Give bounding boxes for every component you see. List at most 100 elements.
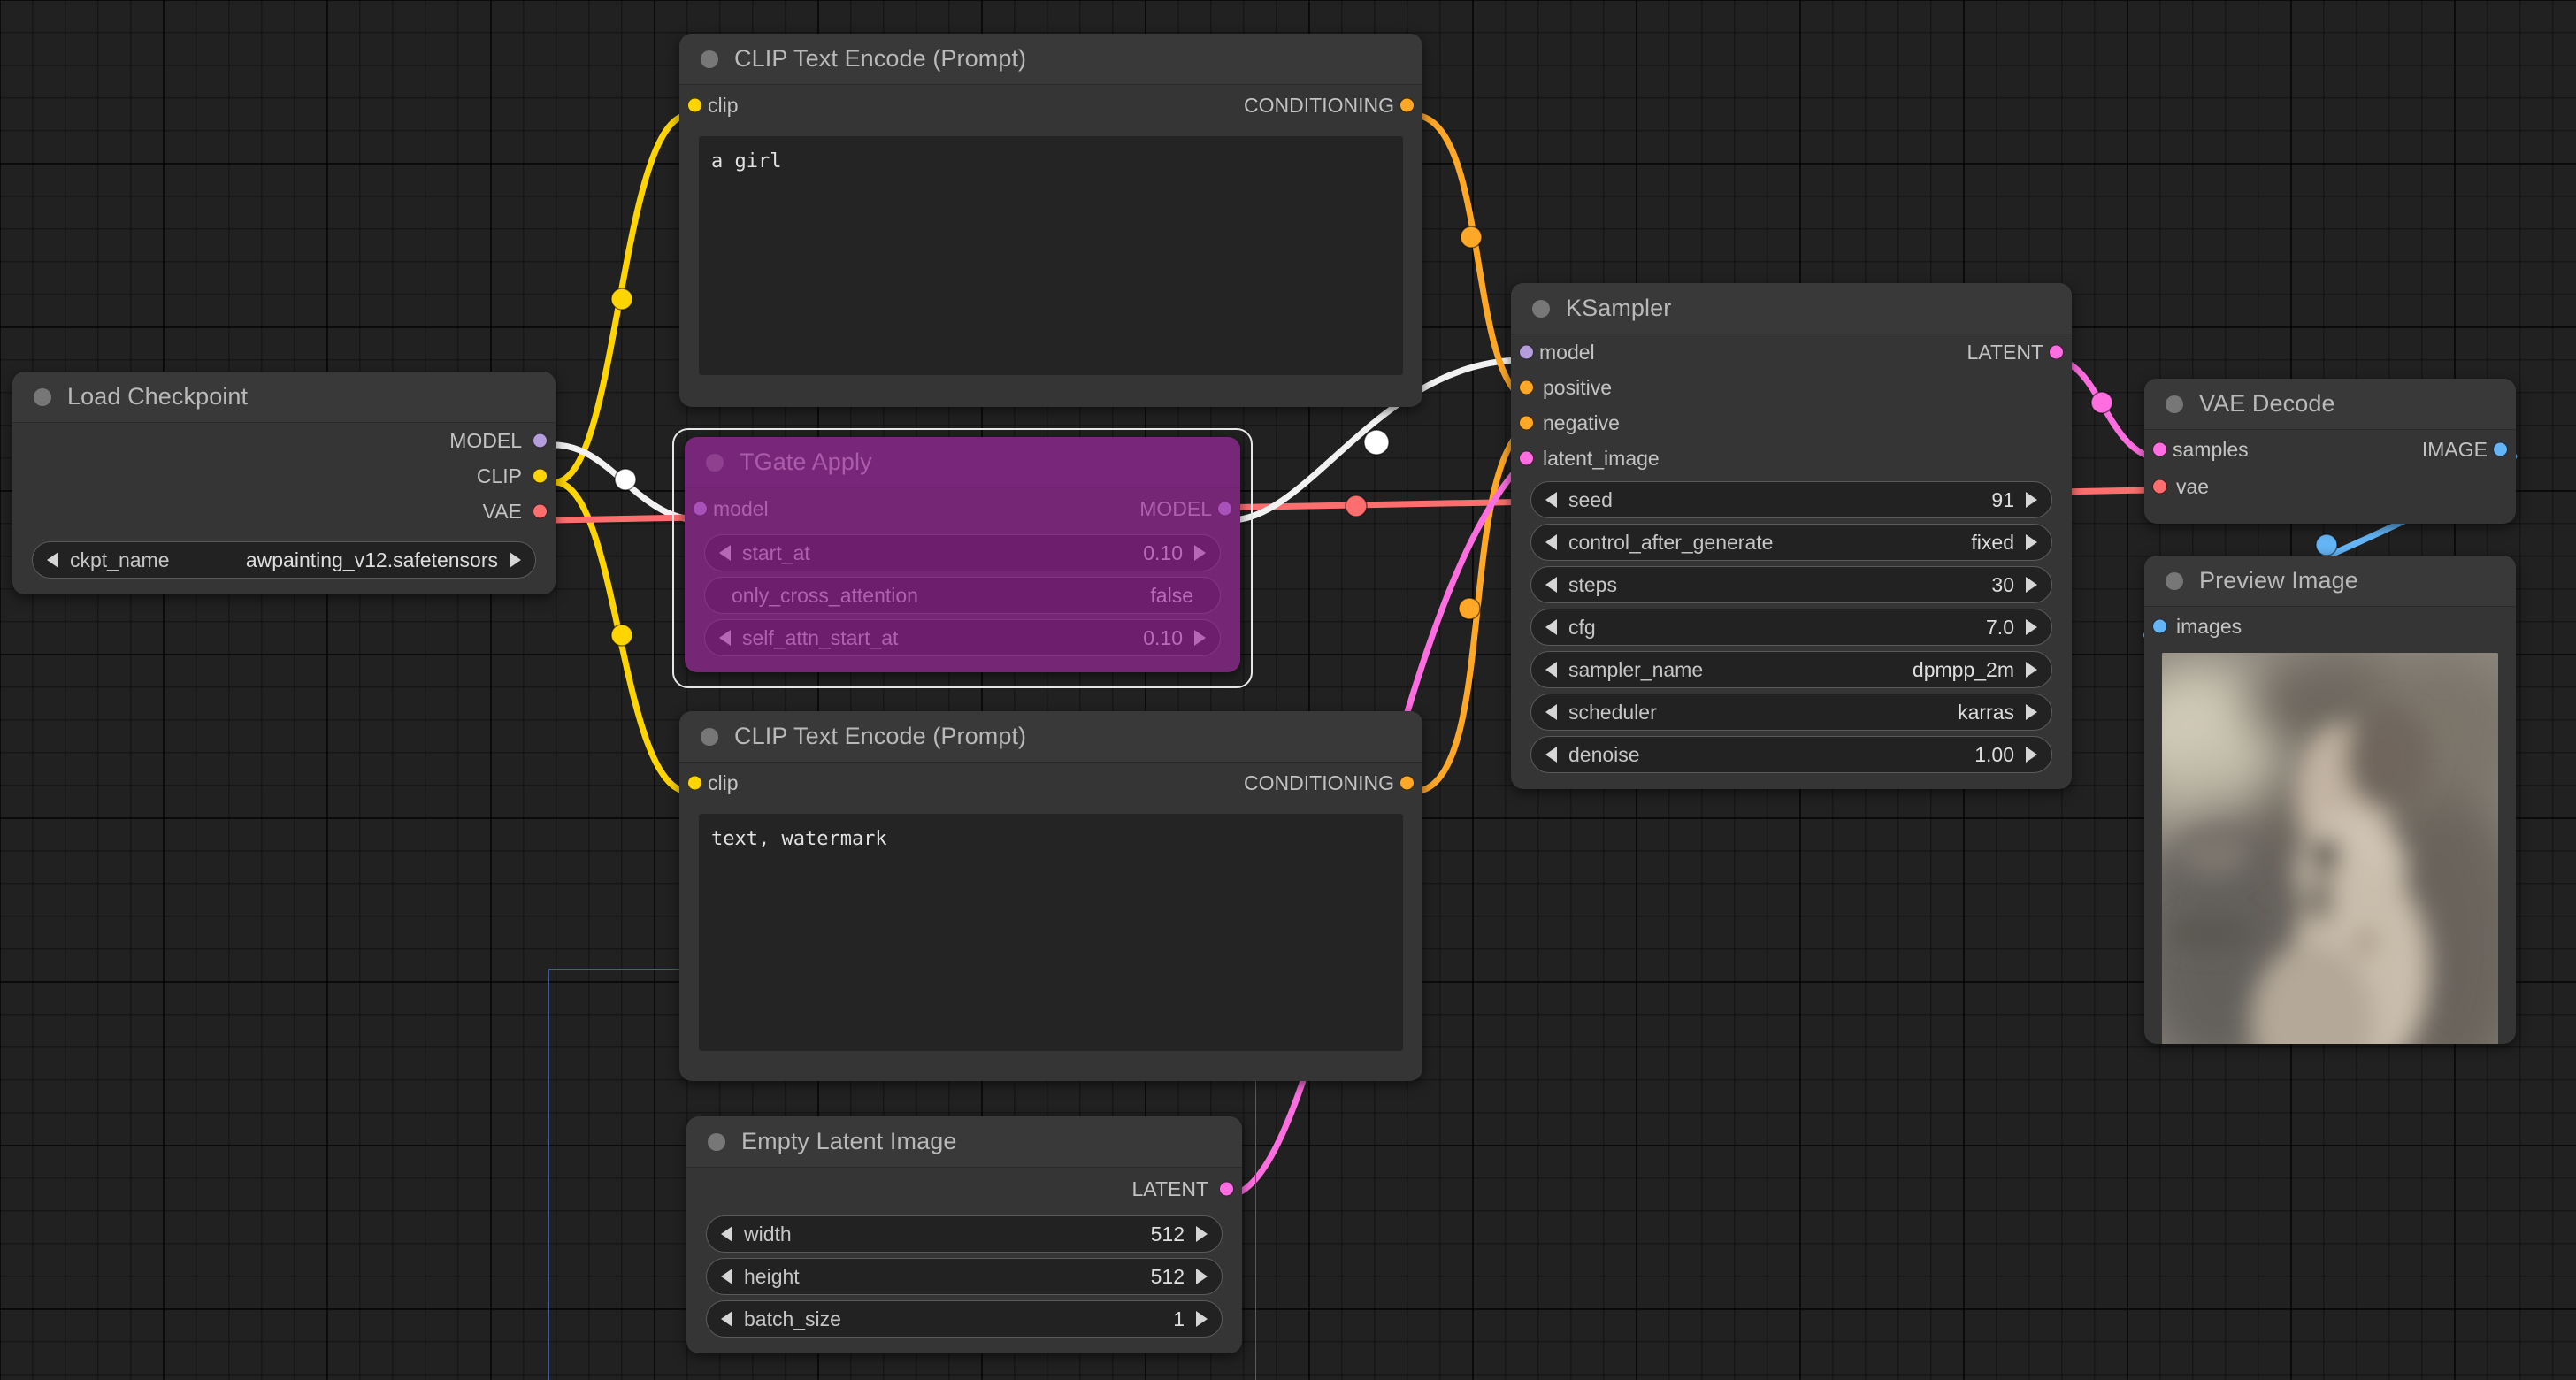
node-header[interactable]: Load Checkpoint bbox=[12, 372, 556, 423]
widget-control-after-generate[interactable]: control_after_generate fixed bbox=[1530, 524, 2052, 561]
node-header[interactable]: Empty Latent Image bbox=[686, 1116, 1242, 1168]
output-slot-image[interactable]: IMAGE bbox=[2422, 438, 2508, 462]
slot-dot-vae[interactable] bbox=[533, 503, 548, 519]
decrement-arrow-icon[interactable] bbox=[721, 1311, 732, 1327]
widget-seed[interactable]: seed 91 bbox=[1530, 481, 2052, 518]
slot-dot-positive[interactable] bbox=[1519, 380, 1534, 395]
widget-sampler-name[interactable]: sampler_name dpmpp_2m bbox=[1530, 651, 2052, 688]
slot-dot-clip[interactable] bbox=[687, 775, 702, 791]
increment-arrow-icon[interactable] bbox=[2026, 662, 2037, 678]
prompt-textarea[interactable]: a girl bbox=[699, 136, 1403, 375]
slot-dot-image[interactable] bbox=[2493, 441, 2508, 457]
widget-only-cross-attention[interactable]: only_cross_attention false bbox=[704, 577, 1221, 614]
decrement-arrow-icon[interactable] bbox=[721, 1269, 732, 1284]
node-load-checkpoint[interactable]: Load Checkpoint MODEL CLIP VAE ckpt_name… bbox=[12, 372, 556, 594]
increment-arrow-icon[interactable] bbox=[510, 552, 521, 568]
increment-arrow-icon[interactable] bbox=[1196, 1226, 1208, 1242]
node-header[interactable]: VAE Decode bbox=[2144, 379, 2516, 430]
decrement-arrow-icon[interactable] bbox=[1545, 534, 1557, 550]
slot-dot-vae[interactable] bbox=[2152, 479, 2167, 494]
generated-image-preview[interactable] bbox=[2162, 653, 2498, 1044]
slot-dot-conditioning[interactable] bbox=[1399, 97, 1414, 113]
node-ksampler[interactable]: KSampler model LATENT positive negative bbox=[1511, 283, 2072, 789]
output-slot-latent[interactable]: LATENT bbox=[1967, 341, 2064, 364]
slot-dot-latent[interactable] bbox=[1219, 1181, 1234, 1197]
input-slot-clip[interactable]: clip bbox=[687, 771, 739, 795]
decrement-arrow-icon[interactable] bbox=[1545, 577, 1557, 593]
collapse-dot-icon[interactable] bbox=[2166, 395, 2183, 413]
output-slot-model[interactable]: MODEL bbox=[1139, 497, 1232, 521]
node-vae-decode[interactable]: VAE Decode samples IMAGE vae bbox=[2144, 379, 2516, 524]
node-header[interactable]: CLIP Text Encode (Prompt) bbox=[679, 711, 1422, 763]
slot-dot-images[interactable] bbox=[2152, 618, 2167, 634]
increment-arrow-icon[interactable] bbox=[2026, 534, 2037, 550]
widget-cfg[interactable]: cfg 7.0 bbox=[1530, 609, 2052, 646]
widget-height[interactable]: height 512 bbox=[706, 1258, 1223, 1295]
decrement-arrow-icon[interactable] bbox=[47, 552, 58, 568]
increment-arrow-icon[interactable] bbox=[2026, 619, 2037, 635]
collapse-dot-icon[interactable] bbox=[708, 1132, 725, 1151]
prompt-textarea[interactable]: text, watermark bbox=[699, 814, 1403, 1051]
slot-dot-model[interactable] bbox=[533, 433, 548, 448]
node-header[interactable]: TGate Apply bbox=[685, 437, 1240, 488]
collapse-dot-icon[interactable] bbox=[706, 453, 724, 472]
collapse-dot-icon[interactable] bbox=[701, 50, 718, 68]
node-empty-latent-image[interactable]: Empty Latent Image LATENT width 512 heig… bbox=[686, 1116, 1242, 1353]
widget-ckpt-name[interactable]: ckpt_name awpainting_v12.safetensors bbox=[32, 541, 536, 579]
input-slot-latent-image[interactable]: latent_image bbox=[1511, 441, 2072, 476]
increment-arrow-icon[interactable] bbox=[2026, 577, 2037, 593]
increment-arrow-icon[interactable] bbox=[1194, 630, 1206, 646]
input-slot-model[interactable]: model bbox=[693, 497, 769, 521]
output-slot-conditioning[interactable]: CONDITIONING bbox=[1244, 771, 1414, 795]
collapse-dot-icon[interactable] bbox=[701, 727, 718, 746]
node-header[interactable]: KSampler bbox=[1511, 283, 2072, 334]
node-clip-text-encode-negative[interactable]: CLIP Text Encode (Prompt) clip CONDITION… bbox=[679, 711, 1422, 1081]
decrement-arrow-icon[interactable] bbox=[1545, 662, 1557, 678]
node-header[interactable]: Preview Image bbox=[2144, 556, 2516, 607]
decrement-arrow-icon[interactable] bbox=[1545, 747, 1557, 763]
decrement-arrow-icon[interactable] bbox=[719, 630, 731, 646]
input-slot-samples[interactable]: samples bbox=[2152, 438, 2249, 462]
output-slot-vae[interactable]: VAE bbox=[12, 494, 556, 529]
collapse-dot-icon[interactable] bbox=[34, 387, 51, 406]
widget-denoise[interactable]: denoise 1.00 bbox=[1530, 736, 2052, 773]
node-clip-text-encode-positive[interactable]: CLIP Text Encode (Prompt) clip CONDITION… bbox=[679, 34, 1422, 407]
slot-dot-model-out[interactable] bbox=[1217, 501, 1232, 517]
widget-width[interactable]: width 512 bbox=[706, 1215, 1223, 1253]
widget-scheduler[interactable]: scheduler karras bbox=[1530, 694, 2052, 731]
output-slot-conditioning[interactable]: CONDITIONING bbox=[1244, 94, 1414, 118]
slot-dot-conditioning[interactable] bbox=[1399, 775, 1414, 791]
slot-dot-model[interactable] bbox=[1519, 344, 1534, 360]
node-tgate-apply[interactable]: TGate Apply model MODEL start_at 0.10 on… bbox=[685, 437, 1240, 672]
input-slot-model[interactable]: model bbox=[1519, 341, 1595, 364]
slot-dot-negative[interactable] bbox=[1519, 415, 1534, 431]
increment-arrow-icon[interactable] bbox=[2026, 704, 2037, 720]
decrement-arrow-icon[interactable] bbox=[1545, 619, 1557, 635]
increment-arrow-icon[interactable] bbox=[2026, 492, 2037, 508]
decrement-arrow-icon[interactable] bbox=[719, 545, 731, 561]
increment-arrow-icon[interactable] bbox=[1194, 545, 1206, 561]
decrement-arrow-icon[interactable] bbox=[1545, 704, 1557, 720]
node-header[interactable]: CLIP Text Encode (Prompt) bbox=[679, 34, 1422, 85]
slot-dot-clip[interactable] bbox=[533, 468, 548, 484]
decrement-arrow-icon[interactable] bbox=[1545, 492, 1557, 508]
slot-dot-clip[interactable] bbox=[687, 97, 702, 113]
widget-self-attn-start-at[interactable]: self_attn_start_at 0.10 bbox=[704, 619, 1221, 656]
slot-dot-model[interactable] bbox=[693, 501, 708, 517]
slot-dot-latent-image[interactable] bbox=[1519, 450, 1534, 466]
output-slot-clip[interactable]: CLIP bbox=[12, 458, 556, 494]
input-slot-vae[interactable]: vae bbox=[2144, 469, 2516, 504]
decrement-arrow-icon[interactable] bbox=[721, 1226, 732, 1242]
input-slot-images[interactable]: images bbox=[2144, 607, 2516, 646]
increment-arrow-icon[interactable] bbox=[1196, 1269, 1208, 1284]
input-slot-clip[interactable]: clip bbox=[687, 94, 739, 118]
node-preview-image[interactable]: Preview Image images bbox=[2144, 556, 2516, 1044]
slot-dot-samples[interactable] bbox=[2152, 441, 2167, 457]
increment-arrow-icon[interactable] bbox=[1196, 1311, 1208, 1327]
input-slot-negative[interactable]: negative bbox=[1511, 405, 2072, 441]
widget-batch-size[interactable]: batch_size 1 bbox=[706, 1300, 1223, 1338]
output-slot-latent[interactable]: LATENT bbox=[686, 1168, 1242, 1210]
widget-steps[interactable]: steps 30 bbox=[1530, 566, 2052, 603]
widget-start-at[interactable]: start_at 0.10 bbox=[704, 534, 1221, 571]
input-slot-positive[interactable]: positive bbox=[1511, 370, 2072, 405]
